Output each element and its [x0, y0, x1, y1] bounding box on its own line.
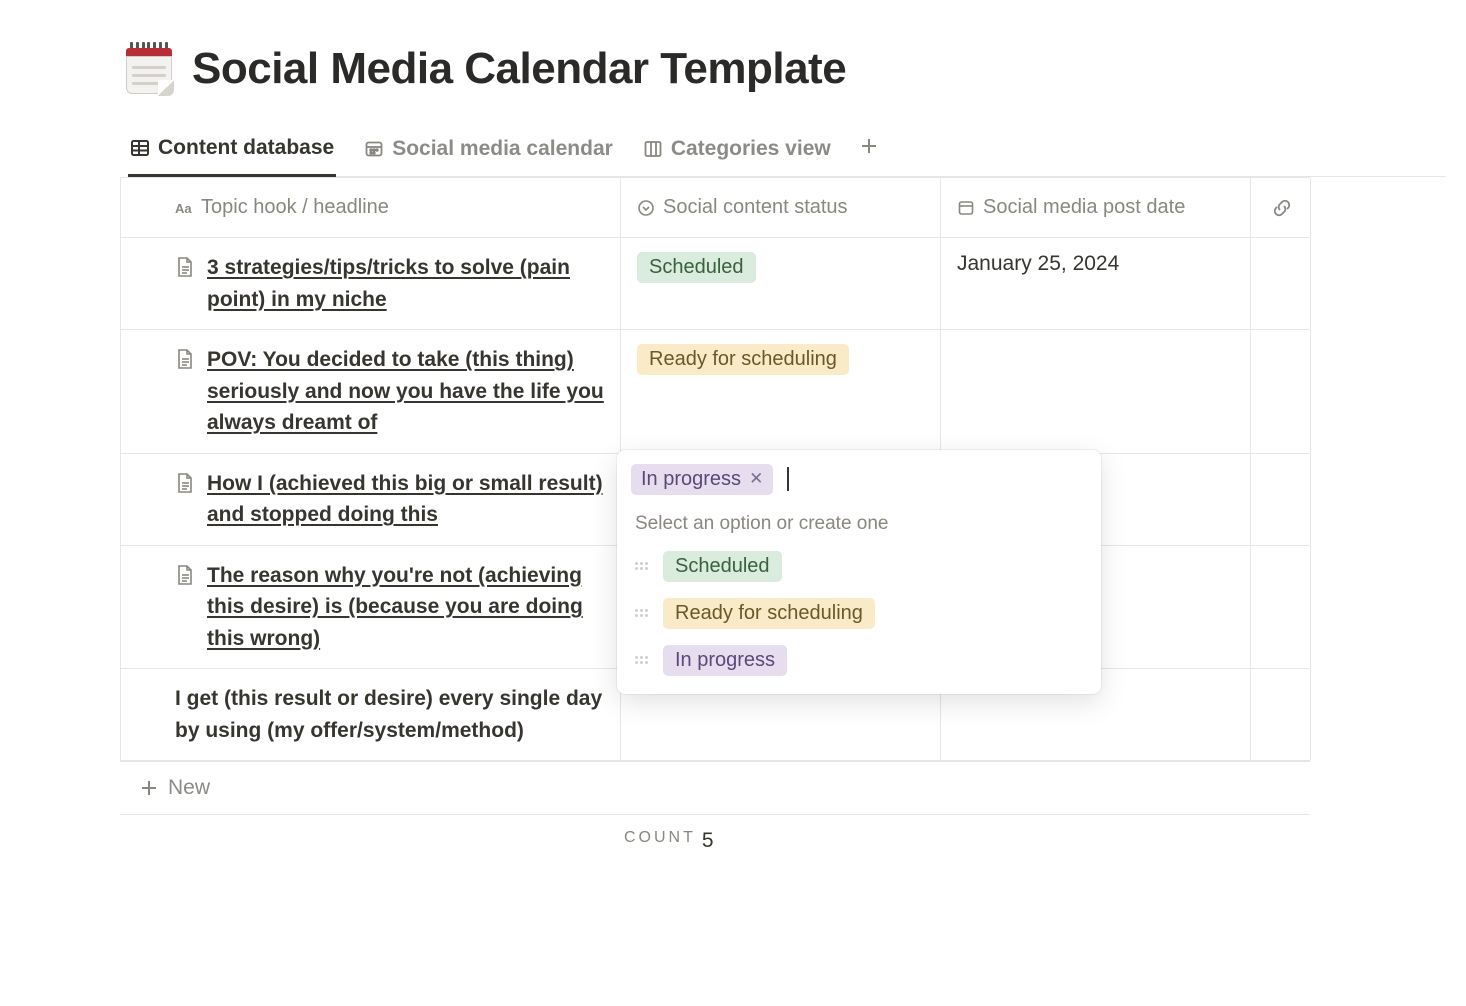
- tab-label: Content database: [158, 136, 334, 160]
- status-option-pill: Ready for scheduling: [663, 598, 875, 629]
- page-doc-icon: [175, 344, 195, 370]
- tab-social-media-calendar[interactable]: Social media calendar: [362, 127, 615, 175]
- chain-link-icon: [1272, 198, 1292, 218]
- select-circle-icon: [637, 199, 655, 217]
- tab-label: Social media calendar: [392, 137, 613, 161]
- view-tabs: Content database Social media calendar C…: [128, 126, 1446, 177]
- link-cell[interactable]: [1251, 330, 1311, 453]
- status-option-pill: Scheduled: [663, 551, 782, 582]
- text-cursor: [787, 467, 789, 491]
- column-label: Topic hook / headline: [201, 196, 389, 219]
- topic-cell[interactable]: The reason why you're not (achieving thi…: [121, 546, 621, 669]
- column-label: Social content status: [663, 196, 848, 219]
- status-pill: Scheduled: [637, 252, 756, 283]
- column-header-date[interactable]: Social media post date: [941, 178, 1251, 237]
- topic-text: POV: You decided to take (this thing) se…: [207, 344, 606, 439]
- column-label: Social media post date: [983, 196, 1185, 219]
- new-row-label: New: [168, 776, 210, 800]
- tab-content-database[interactable]: Content database: [128, 126, 336, 177]
- topic-text: I get (this result or desire) every sing…: [175, 683, 606, 746]
- select-prompt-label: Select an option or create one: [617, 507, 1101, 543]
- text-aa-icon: Aa: [175, 199, 193, 217]
- topic-cell[interactable]: 3 strategies/tips/tricks to solve (pain …: [121, 238, 621, 329]
- topic-text: How I (achieved this big or small result…: [207, 468, 606, 531]
- column-header-link[interactable]: [1251, 178, 1311, 237]
- link-cell[interactable]: [1251, 546, 1311, 669]
- status-cell[interactable]: Scheduled: [621, 238, 941, 329]
- page-doc-icon: [175, 252, 195, 278]
- page-doc-icon: [175, 468, 195, 494]
- status-cell[interactable]: Ready for scheduling: [621, 330, 941, 453]
- topic-text: 3 strategies/tips/tricks to solve (pain …: [207, 252, 606, 315]
- status-pill: Ready for scheduling: [637, 344, 849, 375]
- date-text: January 25, 2024: [957, 252, 1119, 275]
- table-footer: COUNT 5: [120, 815, 1310, 853]
- link-cell[interactable]: [1251, 454, 1311, 545]
- table-row[interactable]: POV: You decided to take (this thing) se…: [121, 329, 1310, 453]
- column-header-topic[interactable]: Aa Topic hook / headline: [121, 178, 621, 237]
- page-doc-icon: [175, 560, 195, 586]
- page-title[interactable]: Social Media Calendar Template: [192, 44, 846, 94]
- topic-cell[interactable]: I get (this result or desire) every sing…: [121, 669, 621, 760]
- plus-icon: [140, 779, 158, 797]
- calendar-small-icon: [957, 199, 975, 217]
- date-cell[interactable]: [941, 330, 1251, 453]
- link-cell[interactable]: [1251, 669, 1311, 760]
- board-columns-icon: [643, 139, 663, 159]
- selected-status-chip[interactable]: In progress ✕: [631, 464, 773, 495]
- svg-text:Aa: Aa: [175, 201, 192, 216]
- drag-handle-icon[interactable]: [635, 656, 649, 664]
- table-row[interactable]: 3 strategies/tips/tricks to solve (pain …: [121, 237, 1310, 329]
- tab-categories-view[interactable]: Categories view: [641, 127, 833, 175]
- tab-label: Categories view: [671, 137, 831, 161]
- topic-text: The reason why you're not (achieving thi…: [207, 560, 606, 655]
- topic-cell[interactable]: POV: You decided to take (this thing) se…: [121, 330, 621, 453]
- page-emoji-icon[interactable]: [120, 40, 178, 98]
- add-row-button[interactable]: New: [120, 761, 1310, 815]
- date-cell[interactable]: January 25, 2024: [941, 238, 1251, 329]
- topic-cell[interactable]: How I (achieved this big or small result…: [121, 454, 621, 545]
- table-icon: [130, 138, 150, 158]
- drag-handle-icon[interactable]: [635, 562, 649, 570]
- count-label: COUNT: [624, 829, 696, 853]
- link-cell[interactable]: [1251, 238, 1311, 329]
- status-option[interactable]: Scheduled: [617, 543, 1101, 590]
- chip-label: In progress: [641, 468, 741, 491]
- status-option-pill: In progress: [663, 645, 787, 676]
- count-value: 5: [702, 829, 714, 853]
- status-option[interactable]: Ready for scheduling: [617, 590, 1101, 637]
- remove-chip-icon[interactable]: ✕: [749, 469, 763, 489]
- column-header-status[interactable]: Social content status: [621, 178, 941, 237]
- add-view-button[interactable]: [859, 136, 879, 166]
- status-select-popover: In progress ✕ Select an option or create…: [617, 450, 1101, 694]
- status-option[interactable]: In progress: [617, 637, 1101, 684]
- calendar-month-icon: [364, 139, 384, 159]
- drag-handle-icon[interactable]: [635, 609, 649, 617]
